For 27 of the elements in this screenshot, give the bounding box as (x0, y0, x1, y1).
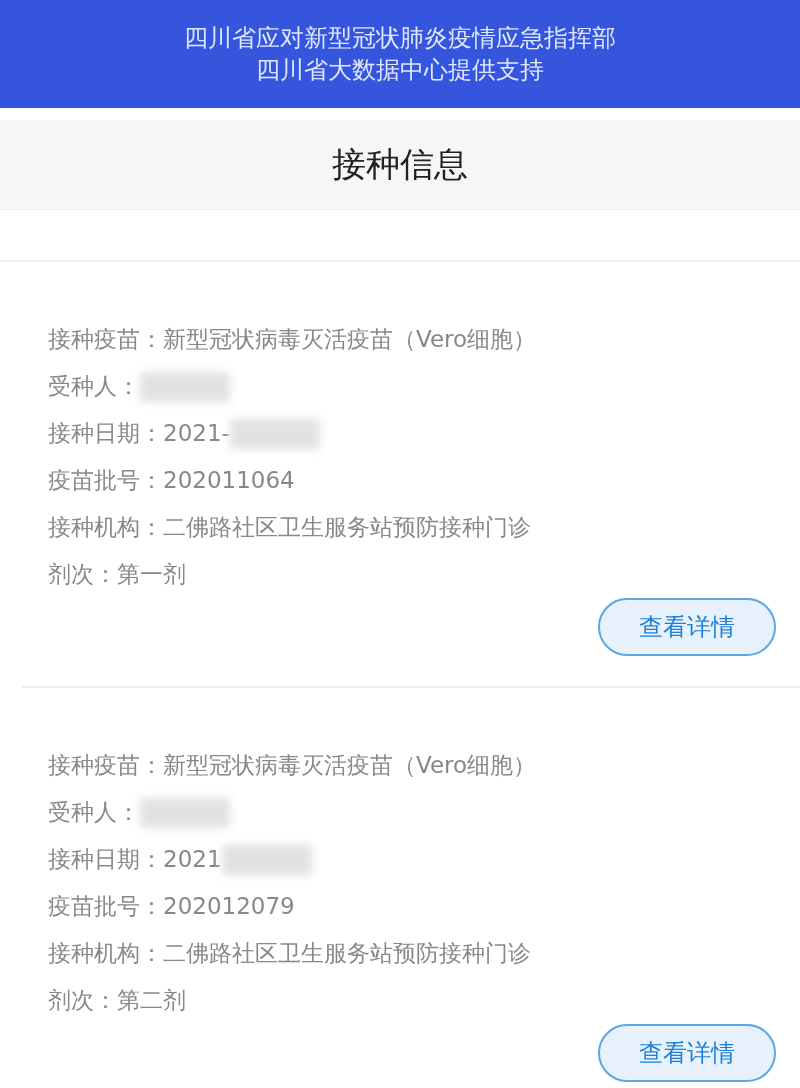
field-label: 接种疫苗： (48, 325, 163, 355)
field-value: 第二剂 (117, 986, 186, 1016)
details-button[interactable]: 查看详情 (598, 1024, 776, 1082)
field-value: 新型冠状病毒灭活疫苗（Vero细胞） (163, 751, 537, 781)
field-label: 受种人： (48, 372, 140, 402)
page-title: 接种信息 (332, 143, 468, 186)
field-value: 新型冠状病毒灭活疫苗（Vero细胞） (163, 325, 537, 355)
field-label: 剂次： (48, 560, 117, 590)
field-value: 第一剂 (117, 560, 186, 590)
field-value: 202012079 (163, 892, 295, 922)
field-value: 2021- (163, 419, 230, 449)
field-value: 二佛路社区卫生服务站预防接种门诊 (163, 939, 531, 969)
field-label: 接种机构： (48, 939, 163, 969)
field-value: 202011064 (163, 466, 295, 496)
field-label: 接种日期： (48, 845, 163, 875)
field-label: 接种疫苗： (48, 751, 163, 781)
field-label: 剂次： (48, 986, 117, 1016)
banner-text: 四川省应对新型冠状肺炎疫情应急指挥部 (184, 24, 616, 52)
field-label: 疫苗批号： (48, 892, 163, 922)
field-label: 接种日期： (48, 419, 163, 449)
field-label: 接种机构： (48, 513, 163, 543)
banner-text: 四川省大数据中心提供支持 (256, 56, 544, 84)
field-value: 二佛路社区卫生服务站预防接种门诊 (163, 513, 531, 543)
field-value: 2021 (163, 845, 222, 875)
field-label: 疫苗批号： (48, 466, 163, 496)
field-label: 受种人： (48, 798, 140, 828)
details-button[interactable]: 查看详情 (598, 598, 776, 656)
